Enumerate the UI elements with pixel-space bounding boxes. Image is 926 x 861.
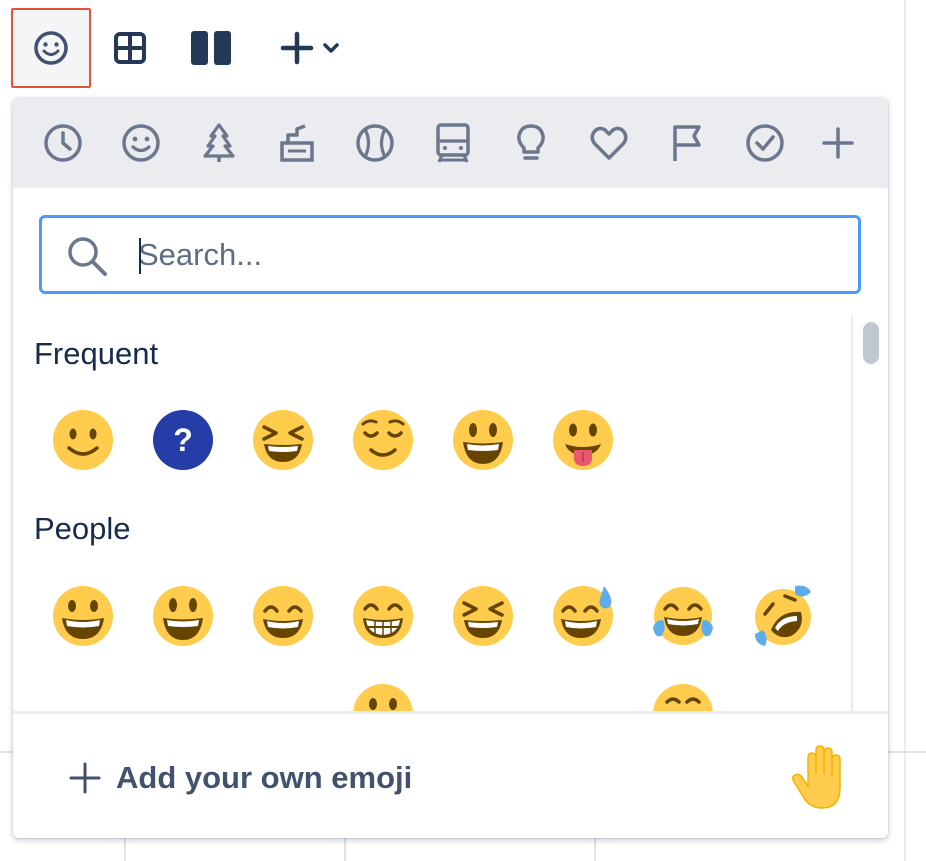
editor-toolbar [0, 0, 900, 96]
layouts-button[interactable] [171, 8, 251, 88]
text-cursor [139, 238, 141, 274]
category-food[interactable] [274, 120, 320, 166]
emoji-joy-face[interactable] [651, 584, 715, 648]
emoji-tongue-face[interactable] [551, 408, 615, 472]
emoji-smiley-face[interactable] [451, 408, 515, 472]
emoji-grinning-face[interactable] [51, 584, 115, 648]
emoji-laughing-face[interactable] [451, 584, 515, 648]
emoji-laughing-face[interactable] [251, 408, 315, 472]
flag-icon [673, 125, 701, 161]
category-custom[interactable] [815, 120, 861, 166]
table-button[interactable] [90, 8, 170, 88]
emoji-rolling-laughing-face[interactable] [751, 584, 815, 648]
category-travel[interactable] [430, 120, 476, 166]
emoji-picker-footer: Add your own emoji [13, 711, 888, 838]
emoji-search[interactable] [39, 215, 861, 294]
clock-icon [44, 124, 82, 162]
plus-icon [822, 127, 854, 159]
search-icon [68, 237, 107, 276]
emoji-question-mark[interactable]: ? [151, 408, 215, 472]
heart-icon [590, 126, 628, 160]
category-activity[interactable] [352, 120, 398, 166]
section-title-frequent: Frequent [34, 336, 159, 371]
emoji-sweat-smile-face[interactable] [551, 584, 615, 648]
category-flags[interactable] [664, 120, 710, 166]
category-objects[interactable] [508, 120, 554, 166]
emoji-category-bar [13, 98, 888, 188]
emoji-picker: Frequent ? [13, 98, 888, 838]
smiley-icon [122, 124, 160, 162]
lightbulb-icon [517, 124, 545, 160]
emoji-list: Frequent ? People [13, 316, 851, 711]
search-input[interactable] [138, 228, 838, 282]
category-productivity[interactable] [742, 120, 788, 166]
emoji-smile-face[interactable] [251, 584, 315, 648]
category-frequent[interactable] [40, 120, 86, 166]
food-icon [280, 124, 314, 162]
train-icon [436, 123, 470, 163]
category-symbols[interactable] [586, 120, 632, 166]
emoji-slightly-smiling-face[interactable] [51, 408, 115, 472]
svg-text:?: ? [173, 422, 193, 458]
emoji-smiley-face[interactable] [151, 584, 215, 648]
columns-icon [191, 31, 231, 65]
plus-icon [69, 762, 101, 794]
category-nature[interactable] [196, 120, 242, 166]
emoji-button[interactable] [11, 8, 91, 88]
insert-menu-button[interactable] [270, 8, 350, 88]
add-custom-emoji-button[interactable]: Add your own emoji [68, 754, 412, 802]
plus-icon [280, 31, 314, 65]
emoji-partial-row[interactable] [651, 682, 715, 711]
chevron-down-icon [323, 43, 339, 53]
scrollbar-thumb[interactable] [863, 322, 879, 364]
check-circle-icon [746, 124, 784, 162]
page: Frequent ? [0, 0, 926, 861]
add-custom-emoji-label: Add your own emoji [116, 760, 413, 795]
category-people[interactable] [118, 120, 164, 166]
emoji-grin-face[interactable] [351, 584, 415, 648]
ball-icon [356, 124, 394, 162]
section-title-people: People [34, 511, 131, 546]
emoji-list-scrollbar[interactable] [851, 316, 888, 711]
smiley-icon [34, 31, 68, 65]
emoji-relieved-face[interactable] [351, 408, 415, 472]
editor-edge [904, 0, 906, 861]
emoji-partial-row[interactable] [351, 682, 415, 711]
skin-tone-selector[interactable] [788, 742, 856, 814]
raised-hand-icon [791, 745, 841, 809]
table-icon [114, 32, 146, 64]
tree-icon [203, 123, 235, 162]
